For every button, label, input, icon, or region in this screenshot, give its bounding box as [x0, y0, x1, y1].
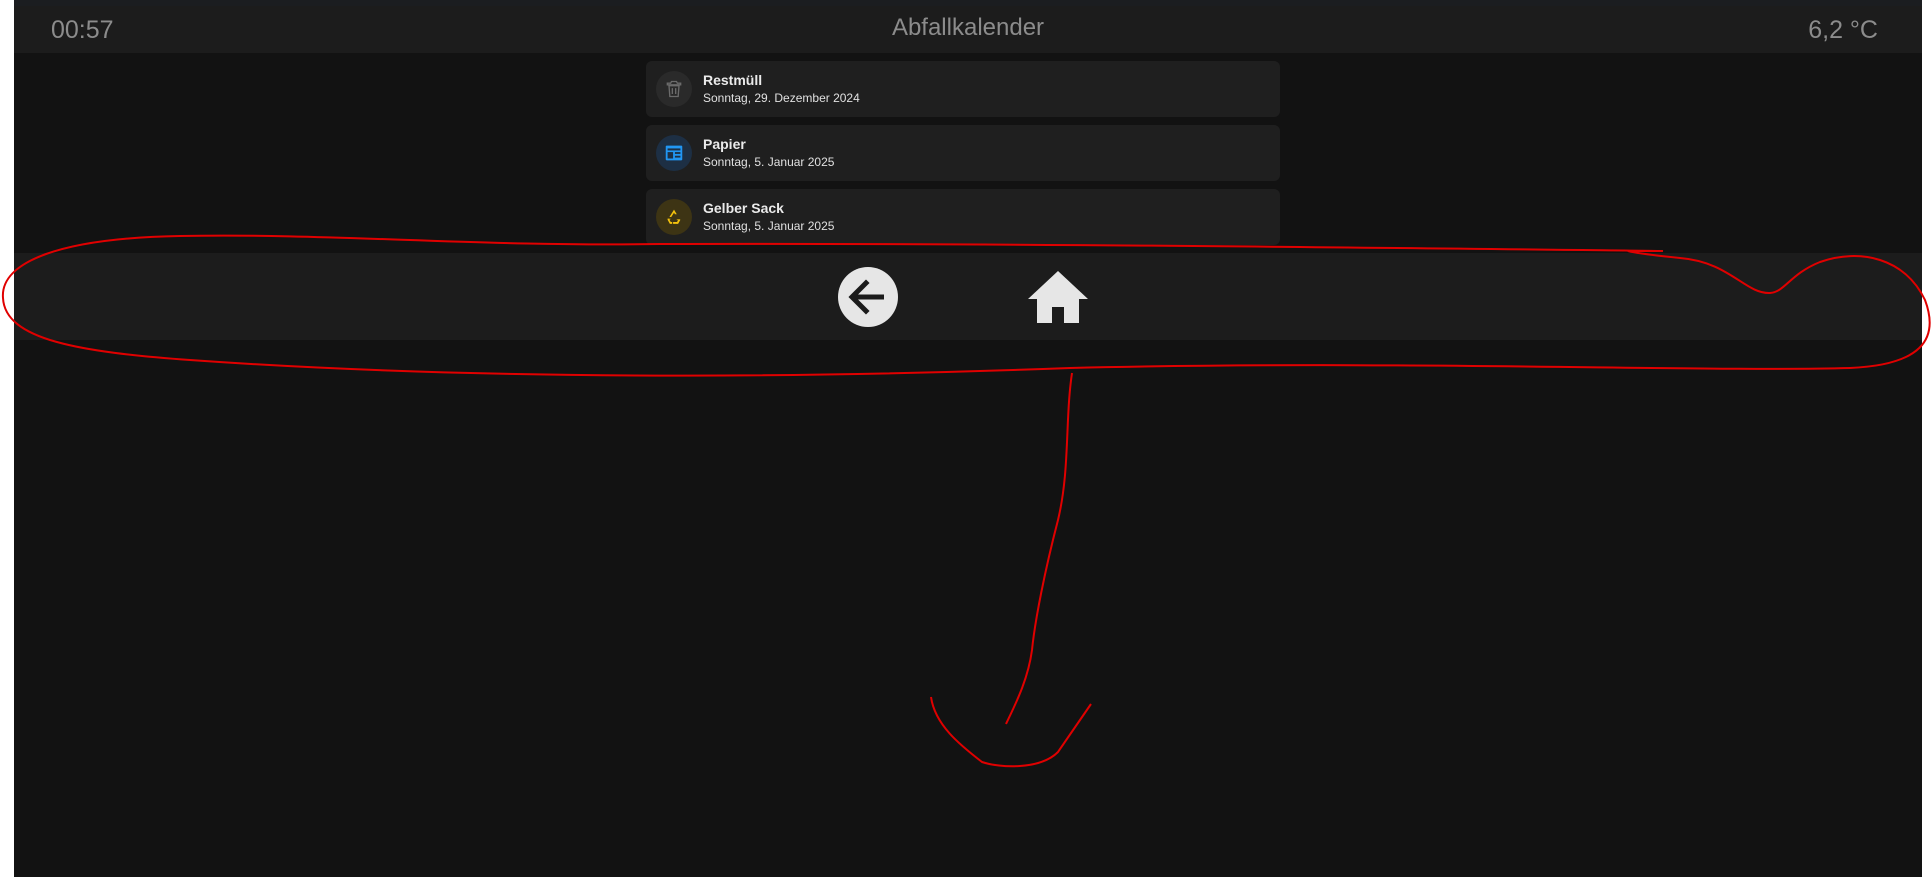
home-icon	[1028, 271, 1088, 323]
arrow-left-circle-icon	[838, 267, 898, 327]
trash-can-icon	[656, 71, 692, 107]
list-item-papier[interactable]: Papier Sonntag, 5. Januar 2025	[646, 125, 1280, 181]
list-item-restmuell[interactable]: Restmüll Sonntag, 29. Dezember 2024	[646, 61, 1280, 117]
item-name: Restmüll	[703, 72, 763, 88]
item-date: Sonntag, 5. Januar 2025	[703, 219, 835, 233]
back-button[interactable]	[836, 265, 900, 329]
waste-collection-list: Restmüll Sonntag, 29. Dezember 2024 Papi…	[646, 61, 1280, 253]
item-date: Sonntag, 29. Dezember 2024	[703, 91, 860, 105]
home-button[interactable]	[1026, 265, 1090, 329]
page-title: Abfallkalender	[891, 14, 1045, 41]
dashboard-screen: 00:57 Abfallkalender 6,2 °C Restmüll Son…	[14, 0, 1922, 877]
item-name: Gelber Sack	[703, 200, 784, 216]
newspaper-icon	[656, 135, 692, 171]
temperature: 6,2 °C	[1808, 16, 1878, 44]
item-name: Papier	[703, 136, 746, 152]
navigation-bar	[14, 253, 1922, 340]
list-item-gelber-sack[interactable]: Gelber Sack Sonntag, 5. Januar 2025	[646, 189, 1280, 245]
header-bar: 00:57 Abfallkalender 6,2 °C	[14, 6, 1922, 53]
item-date: Sonntag, 5. Januar 2025	[703, 155, 835, 169]
recycle-icon	[656, 199, 692, 235]
